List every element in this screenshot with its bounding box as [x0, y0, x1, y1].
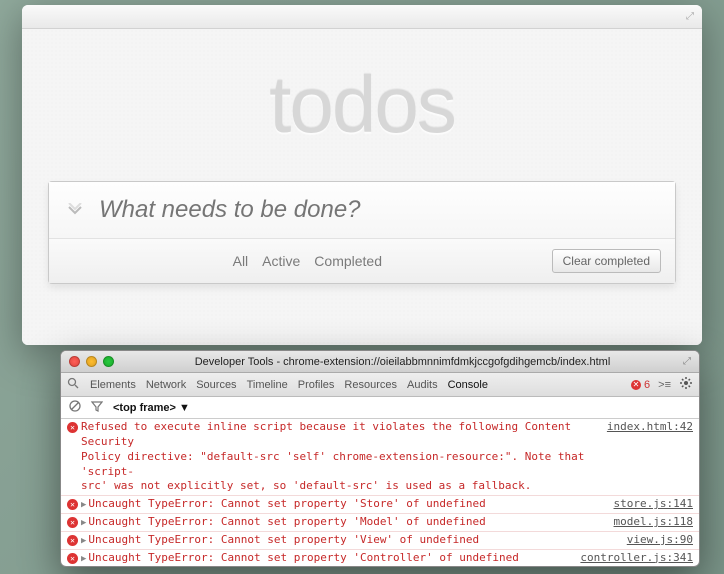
frame-selector[interactable]: <top frame> ▼: [113, 402, 190, 414]
app-logo: todos: [22, 29, 702, 151]
log-source-link[interactable]: model.js:118: [614, 515, 693, 528]
tab-console[interactable]: Console: [448, 379, 488, 391]
error-count: 6: [644, 379, 650, 391]
log-message: ▶Uncaught TypeError: Cannot set property…: [81, 533, 619, 548]
error-icon: ✕: [67, 551, 81, 564]
devtools-window: Developer Tools - chrome-extension://oie…: [60, 350, 700, 567]
tab-resources[interactable]: Resources: [344, 379, 397, 391]
tab-network[interactable]: Network: [146, 379, 186, 391]
new-todo-row: [49, 182, 675, 239]
log-message: Refused to execute inline script because…: [81, 420, 599, 494]
zoom-icon[interactable]: [103, 356, 114, 367]
todo-panel: All Active Completed Clear completed: [48, 181, 676, 284]
error-icon: ✕: [67, 533, 81, 546]
log-source-link[interactable]: controller.js:341: [580, 551, 693, 564]
app-content: todos All Active Completed Clear complet…: [22, 29, 702, 345]
todo-footer: All Active Completed Clear completed: [49, 239, 675, 283]
disclosure-triangle-icon[interactable]: ▶: [81, 536, 86, 546]
error-icon: ✕: [67, 420, 81, 433]
search-icon[interactable]: [67, 377, 80, 392]
drawer-toggle-icon[interactable]: >≡: [658, 379, 671, 391]
todo-app-window: ⤢ todos All Active Completed Clear compl…: [22, 5, 702, 345]
app-titlebar: ⤢: [22, 5, 702, 29]
filter-active[interactable]: Active: [262, 253, 300, 269]
disclosure-triangle-icon[interactable]: ▶: [81, 554, 86, 564]
minimize-icon[interactable]: [86, 356, 97, 367]
toggle-all-icon[interactable]: [61, 196, 89, 224]
disclosure-triangle-icon[interactable]: ▶: [81, 518, 86, 528]
tab-timeline[interactable]: Timeline: [247, 379, 288, 391]
error-icon: ✕: [631, 380, 641, 390]
devtools-tabs: Elements Network Sources Timeline Profil…: [61, 373, 699, 397]
tab-sources[interactable]: Sources: [196, 379, 236, 391]
clear-completed-button[interactable]: Clear completed: [552, 249, 661, 273]
error-icon: ✕: [67, 497, 81, 510]
console-output[interactable]: ✕Refused to execute inline script becaus…: [61, 419, 699, 566]
console-log-row[interactable]: ✕Refused to execute inline script becaus…: [61, 419, 699, 496]
new-todo-input[interactable]: [99, 196, 663, 224]
filter-all[interactable]: All: [233, 253, 249, 269]
console-log-row[interactable]: ✕▶Uncaught TypeError: Cannot set propert…: [61, 532, 699, 550]
console-log-row[interactable]: ✕▶Uncaught TypeError: Cannot set propert…: [61, 514, 699, 532]
log-source-link[interactable]: index.html:42: [607, 420, 693, 433]
clear-console-icon[interactable]: [69, 400, 81, 415]
filter-icon[interactable]: [91, 400, 103, 415]
expand-icon[interactable]: ⤢: [686, 11, 694, 22]
expand-icon[interactable]: ⤢: [683, 356, 691, 367]
traffic-lights: [69, 356, 114, 367]
devtools-titlebar[interactable]: Developer Tools - chrome-extension://oie…: [61, 351, 699, 373]
tab-elements[interactable]: Elements: [90, 379, 136, 391]
filter-completed[interactable]: Completed: [314, 253, 382, 269]
log-source-link[interactable]: view.js:90: [627, 533, 693, 546]
filter-group: All Active Completed: [63, 253, 552, 269]
log-source-link[interactable]: store.js:141: [614, 497, 693, 510]
log-message: ▶Uncaught TypeError: Cannot set property…: [81, 515, 606, 530]
settings-icon[interactable]: [679, 376, 693, 393]
error-count-badge[interactable]: ✕ 6: [631, 379, 650, 391]
close-icon[interactable]: [69, 356, 80, 367]
disclosure-triangle-icon[interactable]: ▶: [81, 500, 86, 510]
log-message: ▶Uncaught TypeError: Cannot set property…: [81, 551, 572, 566]
tab-audits[interactable]: Audits: [407, 379, 438, 391]
devtools-title: Developer Tools - chrome-extension://oie…: [122, 356, 683, 368]
tab-profiles[interactable]: Profiles: [298, 379, 335, 391]
console-toolbar: <top frame> ▼: [61, 397, 699, 419]
console-log-row[interactable]: ✕▶Uncaught TypeError: Cannot set propert…: [61, 550, 699, 566]
console-log-row[interactable]: ✕▶Uncaught TypeError: Cannot set propert…: [61, 496, 699, 514]
log-message: ▶Uncaught TypeError: Cannot set property…: [81, 497, 606, 512]
error-icon: ✕: [67, 515, 81, 528]
